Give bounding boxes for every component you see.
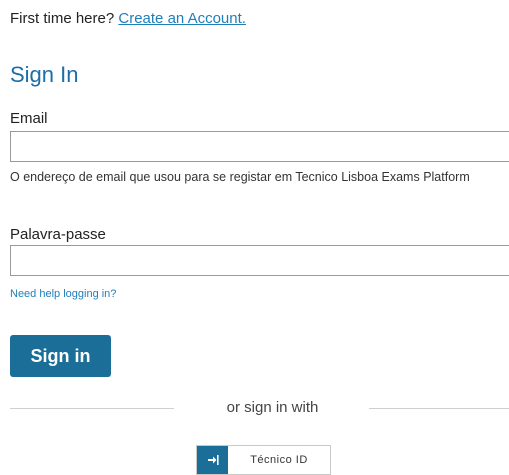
tecnico-id-label: Técnico ID [250,454,308,466]
sign-in-button[interactable]: Sign in [10,335,111,377]
tecnico-id-button[interactable]: Técnico ID [196,445,331,475]
divider-line-left [10,408,174,409]
create-account-link[interactable]: Create an Account. [118,10,246,27]
password-label: Palavra-passe [10,226,106,243]
email-label: Email [10,110,48,127]
alt-signin-divider: or sign in with [10,398,509,418]
divider-line-right [369,408,509,409]
password-field[interactable] [10,245,509,276]
first-time-text: First time here? Create an Account. [10,9,246,29]
page-title: Sign In [10,62,79,87]
help-login-link[interactable]: Need help logging in? [10,287,116,301]
first-time-prefix: First time here? [10,10,115,27]
email-hint: O endereço de email que usou para se reg… [10,170,470,184]
sign-in-icon [197,446,228,474]
divider-text: or sign in with [226,399,319,416]
email-field[interactable] [10,131,509,162]
